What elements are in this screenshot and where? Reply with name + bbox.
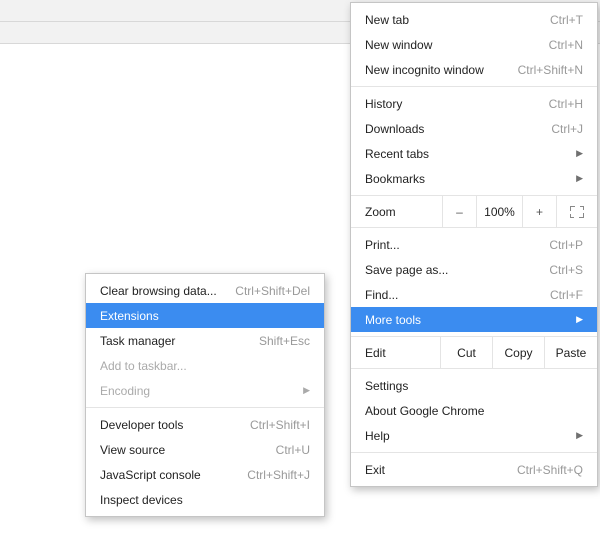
menu-item-label: Inspect devices (100, 493, 310, 507)
zoom-row: Zoom – 100% + (351, 195, 597, 228)
menu-item-new-tab[interactable]: New tab Ctrl+T (351, 7, 597, 32)
chrome-main-menu: New tab Ctrl+T New window Ctrl+N New inc… (350, 2, 598, 487)
menu-item-shortcut: Ctrl+T (550, 13, 583, 27)
submenu-arrow-icon: ▶ (576, 148, 583, 159)
menu-item-label: Recent tabs (365, 147, 568, 161)
zoom-out-button[interactable]: – (443, 196, 477, 227)
menu-item-save-page-as[interactable]: Save page as... Ctrl+S (351, 257, 597, 282)
menu-item-shortcut: Shift+Esc (259, 334, 310, 348)
menu-separator (351, 452, 597, 453)
submenu-item-inspect-devices[interactable]: Inspect devices (86, 487, 324, 512)
menu-item-downloads[interactable]: Downloads Ctrl+J (351, 116, 597, 141)
menu-item-label: JavaScript console (100, 468, 247, 482)
menu-item-label: Bookmarks (365, 172, 568, 186)
fullscreen-button[interactable] (557, 196, 597, 227)
menu-item-label: More tools (365, 313, 568, 327)
menu-separator (86, 407, 324, 408)
submenu-item-extensions[interactable]: Extensions (86, 303, 324, 328)
menu-item-new-window[interactable]: New window Ctrl+N (351, 32, 597, 57)
menu-item-shortcut: Ctrl+F (550, 288, 583, 302)
submenu-arrow-icon: ▶ (576, 314, 583, 325)
submenu-item-developer-tools[interactable]: Developer tools Ctrl+Shift+I (86, 412, 324, 437)
menu-item-shortcut: Ctrl+N (549, 38, 583, 52)
menu-item-shortcut: Ctrl+P (549, 238, 583, 252)
menu-item-label: Extensions (100, 309, 310, 323)
menu-item-shortcut: Ctrl+Shift+Del (235, 284, 310, 298)
menu-item-shortcut: Ctrl+S (549, 263, 583, 277)
menu-item-history[interactable]: History Ctrl+H (351, 91, 597, 116)
menu-item-label: Find... (365, 288, 550, 302)
menu-item-label: Developer tools (100, 418, 250, 432)
menu-item-shortcut: Ctrl+H (549, 97, 583, 111)
menu-item-label: Help (365, 429, 568, 443)
submenu-arrow-icon: ▶ (576, 173, 583, 184)
submenu-arrow-icon: ▶ (303, 385, 310, 396)
menu-item-label: Print... (365, 238, 549, 252)
menu-item-label: History (365, 97, 549, 111)
menu-item-exit[interactable]: Exit Ctrl+Shift+Q (351, 457, 597, 482)
cut-button[interactable]: Cut (441, 337, 493, 368)
menu-item-recent-tabs[interactable]: Recent tabs ▶ (351, 141, 597, 166)
menu-item-label: Clear browsing data... (100, 284, 235, 298)
submenu-item-encoding[interactable]: Encoding ▶ (86, 378, 324, 403)
menu-item-shortcut: Ctrl+Shift+I (250, 418, 310, 432)
menu-item-shortcut: Ctrl+Shift+N (518, 63, 583, 77)
submenu-item-task-manager[interactable]: Task manager Shift+Esc (86, 328, 324, 353)
zoom-label: Zoom (351, 196, 443, 227)
submenu-item-view-source[interactable]: View source Ctrl+U (86, 437, 324, 462)
menu-item-label: Save page as... (365, 263, 549, 277)
zoom-percent: 100% (477, 196, 523, 227)
more-tools-submenu: Clear browsing data... Ctrl+Shift+Del Ex… (85, 273, 325, 517)
zoom-in-button[interactable]: + (523, 196, 557, 227)
edit-label: Edit (351, 337, 441, 368)
menu-item-find[interactable]: Find... Ctrl+F (351, 282, 597, 307)
fullscreen-icon (570, 206, 584, 218)
menu-separator (351, 86, 597, 87)
menu-item-about[interactable]: About Google Chrome (351, 398, 597, 423)
submenu-item-javascript-console[interactable]: JavaScript console Ctrl+Shift+J (86, 462, 324, 487)
menu-item-label: View source (100, 443, 276, 457)
menu-item-print[interactable]: Print... Ctrl+P (351, 232, 597, 257)
menu-item-shortcut: Ctrl+J (551, 122, 583, 136)
copy-button[interactable]: Copy (493, 337, 545, 368)
menu-item-shortcut: Ctrl+Shift+J (247, 468, 310, 482)
menu-item-more-tools[interactable]: More tools ▶ (351, 307, 597, 332)
submenu-item-clear-browsing-data[interactable]: Clear browsing data... Ctrl+Shift+Del (86, 278, 324, 303)
menu-item-settings[interactable]: Settings (351, 373, 597, 398)
menu-item-label: Settings (365, 379, 583, 393)
menu-item-bookmarks[interactable]: Bookmarks ▶ (351, 166, 597, 191)
menu-item-label: Add to taskbar... (100, 359, 310, 373)
menu-item-shortcut: Ctrl+Shift+Q (517, 463, 583, 477)
menu-item-label: Task manager (100, 334, 259, 348)
submenu-item-add-to-taskbar: Add to taskbar... (86, 353, 324, 378)
menu-item-label: Encoding (100, 384, 295, 398)
menu-item-label: Exit (365, 463, 517, 477)
menu-item-help[interactable]: Help ▶ (351, 423, 597, 448)
menu-item-label: Downloads (365, 122, 551, 136)
menu-item-label: New incognito window (365, 63, 518, 77)
menu-item-label: About Google Chrome (365, 404, 583, 418)
paste-button[interactable]: Paste (545, 337, 597, 368)
menu-item-label: New tab (365, 13, 550, 27)
menu-item-shortcut: Ctrl+U (276, 443, 310, 457)
edit-row: Edit Cut Copy Paste (351, 336, 597, 369)
menu-item-label: New window (365, 38, 549, 52)
submenu-arrow-icon: ▶ (576, 430, 583, 441)
menu-item-new-incognito[interactable]: New incognito window Ctrl+Shift+N (351, 57, 597, 82)
